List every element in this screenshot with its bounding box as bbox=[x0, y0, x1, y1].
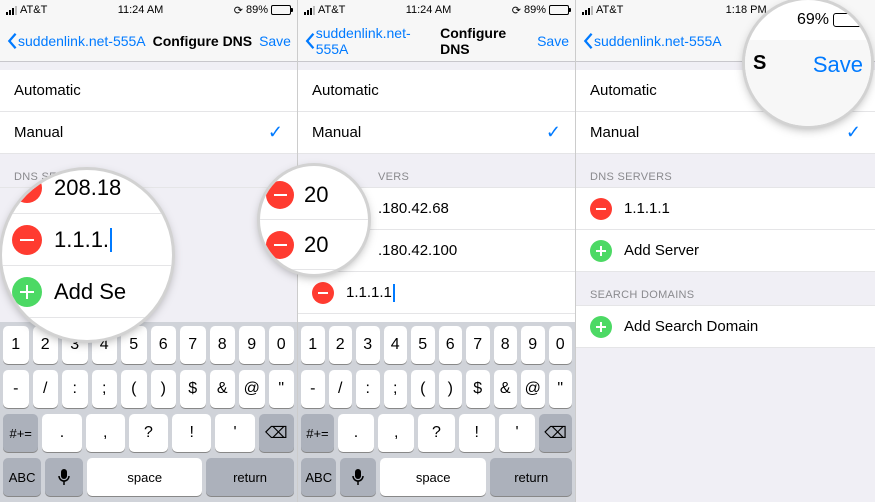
key-)[interactable]: ) bbox=[439, 370, 463, 408]
back-button[interactable]: suddenlink.net-555A bbox=[582, 32, 722, 50]
key-([interactable]: ( bbox=[411, 370, 435, 408]
clock: 11:24 AM bbox=[406, 4, 452, 16]
key-/[interactable]: / bbox=[329, 370, 353, 408]
check-icon: ✓ bbox=[268, 122, 283, 143]
status-bar: AT&T 11:24 AM ⟳89% bbox=[0, 0, 297, 20]
key-,[interactable]: , bbox=[378, 414, 414, 452]
key-4[interactable]: 4 bbox=[384, 326, 408, 364]
mode-manual[interactable]: Manual✓ bbox=[298, 112, 575, 154]
key-8[interactable]: 8 bbox=[210, 326, 236, 364]
key-7[interactable]: 7 bbox=[466, 326, 490, 364]
key-5[interactable]: 5 bbox=[411, 326, 435, 364]
key-space[interactable]: space bbox=[380, 458, 486, 496]
key-backspace-icon[interactable]: ⌫ bbox=[539, 414, 572, 452]
key-abc[interactable]: ABC bbox=[3, 458, 41, 496]
key--[interactable]: - bbox=[3, 370, 29, 408]
key-'[interactable]: ' bbox=[499, 414, 535, 452]
key-3[interactable]: 3 bbox=[356, 326, 380, 364]
key-&[interactable]: & bbox=[494, 370, 518, 408]
dns-servers-header: DNS SERVERS bbox=[576, 154, 875, 188]
delete-icon bbox=[12, 225, 42, 255]
carrier: AT&T bbox=[20, 4, 47, 16]
key-1[interactable]: 1 bbox=[301, 326, 325, 364]
keyboard[interactable]: 1234567890 -/:;()$&@" #+=.,?!'⌫ ABCspace… bbox=[0, 322, 297, 502]
key-0[interactable]: 0 bbox=[269, 326, 295, 364]
key-6[interactable]: 6 bbox=[439, 326, 463, 364]
back-button[interactable]: suddenlink.net-555A bbox=[304, 25, 440, 57]
dns-server-row[interactable]: 1.1.1.1 bbox=[576, 188, 875, 230]
delete-icon[interactable] bbox=[312, 282, 334, 304]
status-bar: AT&T 11:24 AM ⟳89% bbox=[298, 0, 575, 20]
check-icon: ✓ bbox=[546, 122, 561, 143]
dns-input-row[interactable]: 1.1.1.1 bbox=[298, 272, 575, 314]
key-$[interactable]: $ bbox=[466, 370, 490, 408]
back-button[interactable]: suddenlink.net-555A bbox=[6, 32, 146, 50]
key-;[interactable]: ; bbox=[384, 370, 408, 408]
key-mic-icon[interactable] bbox=[340, 458, 375, 496]
key-?[interactable]: ? bbox=[418, 414, 454, 452]
key-$[interactable]: $ bbox=[180, 370, 206, 408]
key-.[interactable]: . bbox=[338, 414, 374, 452]
key-.[interactable]: . bbox=[42, 414, 81, 452]
key-/[interactable]: / bbox=[33, 370, 59, 408]
save-button[interactable]: Save bbox=[813, 52, 863, 78]
add-icon bbox=[12, 277, 42, 307]
clock: 11:24 AM bbox=[118, 4, 164, 16]
key-8[interactable]: 8 bbox=[494, 326, 518, 364]
key-return[interactable]: return bbox=[206, 458, 294, 496]
key-'[interactable]: ' bbox=[215, 414, 254, 452]
key-7[interactable]: 7 bbox=[180, 326, 206, 364]
save-button[interactable]: Save bbox=[537, 33, 569, 49]
key-2[interactable]: 2 bbox=[329, 326, 353, 364]
key-:[interactable]: : bbox=[356, 370, 380, 408]
key-([interactable]: ( bbox=[121, 370, 147, 408]
zoom-lens: 208.18 1.1.1. Add Se bbox=[2, 170, 172, 340]
page-title: Configure DNS bbox=[440, 25, 537, 57]
key-"[interactable]: " bbox=[269, 370, 295, 408]
key-?[interactable]: ? bbox=[129, 414, 168, 452]
key-)[interactable]: ) bbox=[151, 370, 177, 408]
clock: 1:18 PM bbox=[726, 4, 767, 16]
key-6[interactable]: 6 bbox=[151, 326, 177, 364]
key-9[interactable]: 9 bbox=[239, 326, 265, 364]
key-backspace-icon[interactable]: ⌫ bbox=[259, 414, 294, 452]
key-symbols[interactable]: #+= bbox=[3, 414, 38, 452]
key-&[interactable]: & bbox=[210, 370, 236, 408]
key-"[interactable]: " bbox=[549, 370, 573, 408]
check-icon: ✓ bbox=[846, 122, 861, 143]
key-;[interactable]: ; bbox=[92, 370, 118, 408]
key-abc[interactable]: ABC bbox=[301, 458, 336, 496]
key-![interactable]: ! bbox=[459, 414, 495, 452]
save-button[interactable]: Save bbox=[259, 33, 291, 49]
zoom-lens: 69% SSave bbox=[745, 0, 871, 126]
key-return[interactable]: return bbox=[490, 458, 572, 496]
mode-automatic[interactable]: Automatic bbox=[0, 70, 297, 112]
key-@[interactable]: @ bbox=[521, 370, 545, 408]
key-9[interactable]: 9 bbox=[521, 326, 545, 364]
add-icon[interactable] bbox=[590, 316, 612, 338]
key-symbols[interactable]: #+= bbox=[301, 414, 334, 452]
key-space[interactable]: space bbox=[87, 458, 202, 496]
key-5[interactable]: 5 bbox=[121, 326, 147, 364]
search-domains-header: SEARCH DOMAINS bbox=[576, 272, 875, 306]
add-icon[interactable] bbox=[590, 240, 612, 262]
nav-bar: suddenlink.net-555A Configure DNS Save bbox=[0, 20, 297, 62]
page-title: Configure DNS bbox=[153, 33, 253, 49]
key-:[interactable]: : bbox=[62, 370, 88, 408]
orientation-lock-icon: ⟳ bbox=[234, 4, 243, 17]
mode-automatic[interactable]: Automatic bbox=[298, 70, 575, 112]
key--[interactable]: - bbox=[301, 370, 325, 408]
delete-icon[interactable] bbox=[590, 198, 612, 220]
add-search-domain-row[interactable]: Add Search Domain bbox=[576, 306, 875, 348]
key-,[interactable]: , bbox=[86, 414, 125, 452]
zoom-lens: 20 20 bbox=[260, 166, 368, 274]
key-![interactable]: ! bbox=[172, 414, 211, 452]
key-mic-icon[interactable] bbox=[45, 458, 83, 496]
key-1[interactable]: 1 bbox=[3, 326, 29, 364]
key-@[interactable]: @ bbox=[239, 370, 265, 408]
key-0[interactable]: 0 bbox=[549, 326, 573, 364]
mode-manual[interactable]: Manual✓ bbox=[0, 112, 297, 154]
add-server-row[interactable]: Add Server bbox=[576, 230, 875, 272]
keyboard[interactable]: 1234567890 -/:;()$&@" #+=.,?!'⌫ ABC space… bbox=[298, 322, 575, 502]
